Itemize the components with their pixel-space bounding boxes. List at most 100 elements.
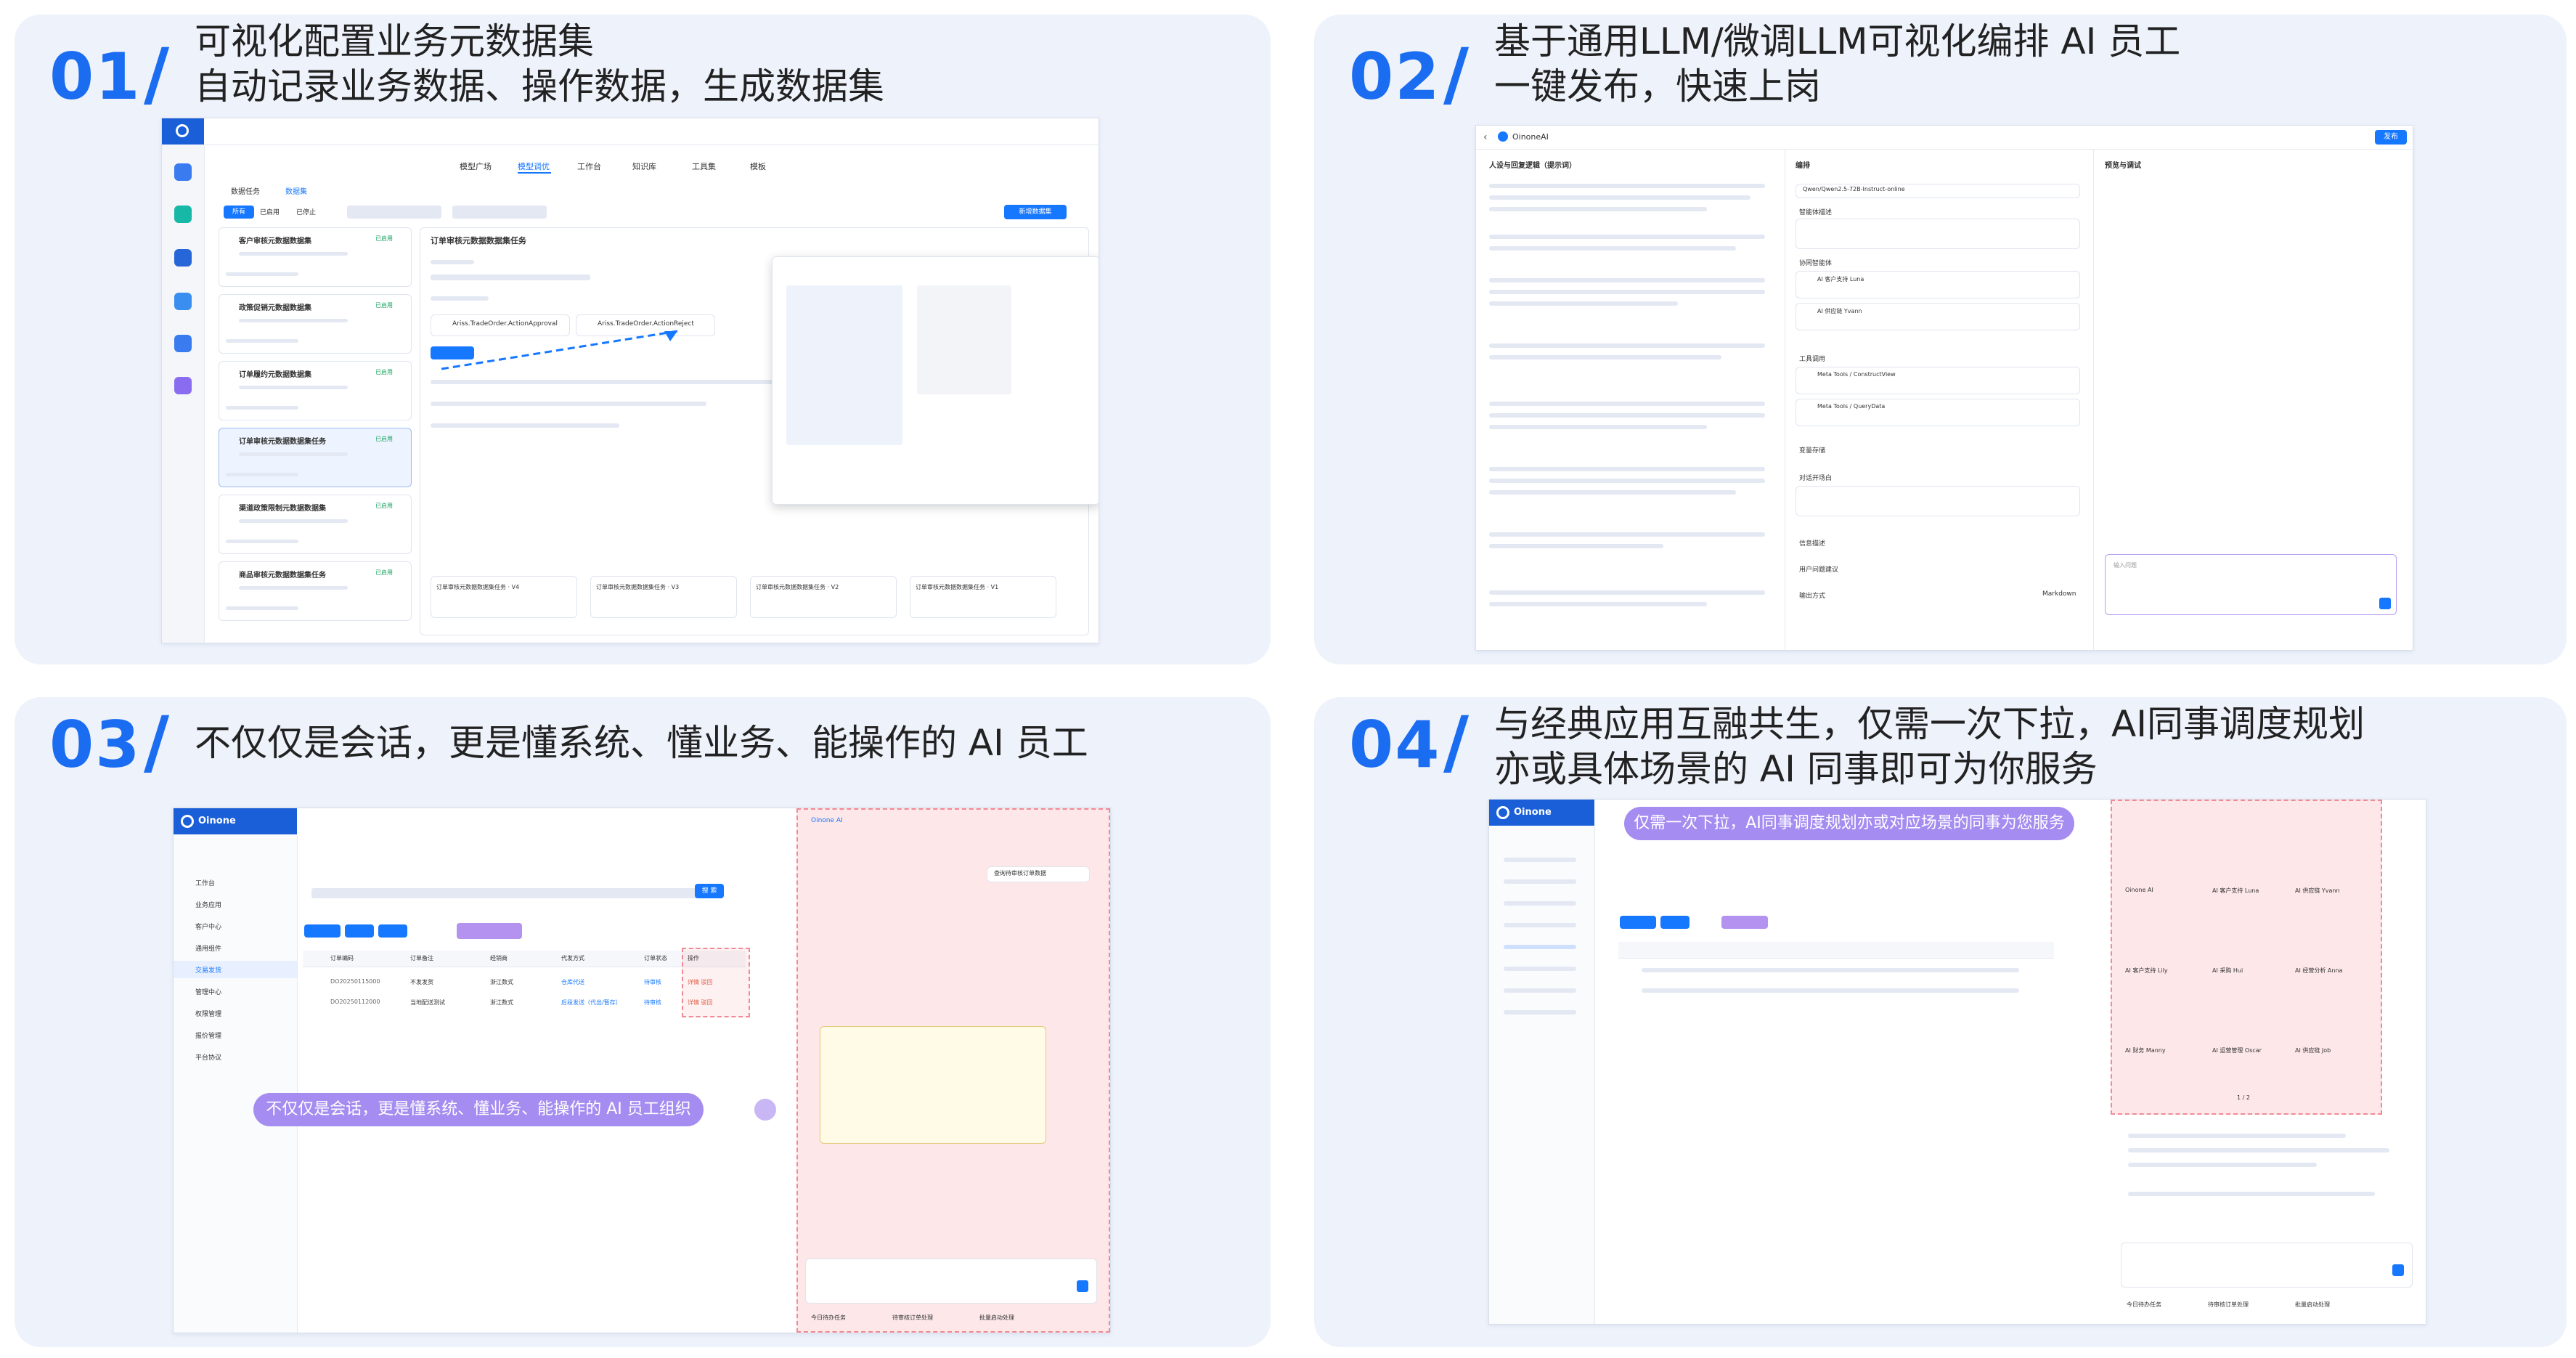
column-header: 订单备注: [410, 955, 433, 961]
dataset-version-label: 订单审核元数据数据集任务 · V1: [916, 584, 999, 590]
dataset-version-card[interactable]: [910, 576, 1056, 618]
toolbar-button[interactable]: [1620, 916, 1656, 929]
chat-title: Oinone AI: [811, 817, 843, 824]
shield-icon[interactable]: [174, 377, 192, 394]
agent-builder-screenshot: ‹ OinoneAI 发布 人设与回复逻辑（提示词） 编排 Qwen/Qwen2…: [1475, 125, 2413, 651]
send-icon[interactable]: [1077, 1280, 1088, 1292]
agent-option[interactable]: AI 供应链 Yvann: [2295, 887, 2340, 895]
brand-logo-icon: [181, 815, 194, 828]
database-icon[interactable]: [174, 249, 192, 267]
table-cell: 待审核: [644, 979, 661, 985]
agent-option[interactable]: AI 供应链 Job: [2295, 1046, 2331, 1054]
toolbar-button[interactable]: [345, 924, 374, 938]
agent-option[interactable]: AI 经营分析 Anna: [2295, 967, 2342, 975]
status-badge: 已启用: [375, 569, 393, 576]
agent-option[interactable]: AI 运营管理 Oscar: [2212, 1046, 2262, 1054]
tab-workbench[interactable]: 工作台: [577, 160, 601, 172]
menu-item[interactable]: 权限管理: [195, 1009, 221, 1018]
pager[interactable]: 1 / 2: [2237, 1094, 2250, 1101]
dashboard-icon[interactable]: [174, 163, 192, 181]
detail-title: 订单审核元数据数据集任务: [431, 236, 526, 245]
quick-tag[interactable]: 批量启动处理: [2295, 1301, 2330, 1309]
list-item-title: 渠道政策限制元数据数据集: [239, 505, 326, 513]
section-agent-desc: 智能体描述: [1799, 209, 1833, 216]
menu-item[interactable]: 工作台: [195, 878, 215, 887]
chat-input[interactable]: [2121, 1243, 2413, 1288]
agent-option[interactable]: AI 客户支持 Lily: [2125, 967, 2168, 975]
tab-datasets[interactable]: 数据集: [285, 185, 307, 196]
quick-tag[interactable]: 待审核订单处理: [2208, 1301, 2249, 1309]
agent-option[interactable]: AI 采购 Hui: [2212, 967, 2243, 975]
table-cell: 浙江数式: [490, 979, 513, 985]
filter-all[interactable]: 所有: [224, 206, 254, 219]
new-dataset-button[interactable]: 新增数据集: [1004, 205, 1067, 219]
table-cell: 后段发送（代出/暂存）: [561, 999, 621, 1006]
table-cell: 不发发货: [410, 979, 433, 985]
menu-item-active[interactable]: 交易发货: [195, 965, 221, 975]
toolbar-button[interactable]: [304, 924, 341, 938]
toolbar-button-highlight[interactable]: [457, 923, 522, 939]
publish-button[interactable]: 发布: [2375, 130, 2407, 145]
menu-item[interactable]: 管理中心: [195, 987, 221, 996]
table-cell: DO20250112000: [330, 999, 380, 1005]
agent-option[interactable]: AI 客户支持 Luna: [2212, 887, 2259, 895]
orchestration-column-title: 编排: [1796, 162, 1810, 170]
code-block: [820, 1026, 1046, 1144]
tab-model-tuning[interactable]: 模型调优: [518, 160, 550, 172]
back-icon[interactable]: ‹: [1483, 131, 1488, 143]
dataset-version-card[interactable]: [750, 576, 897, 618]
menu-item[interactable]: 客户中心: [195, 922, 221, 931]
tab-data-tasks[interactable]: 数据任务: [231, 185, 260, 196]
menu-item[interactable]: 平台协议: [195, 1052, 221, 1062]
section-output: 输出方式: [1799, 593, 1826, 600]
dataset-version-label: 订单审核元数据数据集任务 · V2: [756, 584, 839, 590]
send-icon[interactable]: [2392, 1264, 2404, 1276]
card-title-line1: 不仅仅是会话，更是懂系统、懂业务、能操作的 AI 员工: [195, 722, 1088, 764]
toolbar-button[interactable]: [378, 924, 407, 938]
bot-icon[interactable]: [174, 206, 192, 223]
chart-icon[interactable]: [174, 335, 192, 352]
dataset-version-card[interactable]: [590, 576, 737, 618]
toolbar-button[interactable]: [1660, 916, 1690, 929]
feature-card-1: 01 / 可视化配置业务元数据集 自动记录业务数据、操作数据，生成数据集 模型广…: [15, 15, 1271, 664]
tab-model-square[interactable]: 模型广场: [460, 160, 492, 172]
list-item-title: 商品审核元数据数据集任务: [239, 572, 326, 580]
card-number: 03: [49, 707, 142, 782]
quick-tag[interactable]: 今日待办任务: [811, 1314, 846, 1322]
tab-templates[interactable]: 模板: [750, 160, 766, 172]
chat-input[interactable]: [805, 1259, 1097, 1304]
feature-card-4: 04 / 与经典应用互融共生，仅需一次下拉，AI同事调度规划 亦或具体场景的 A…: [1314, 697, 2567, 1347]
card-title-line1: 基于通用LLM/微调LLM可视化编排 AI 员工: [1494, 20, 2181, 62]
dataset-list: 客户审核元数据数据集 已启用 政策促销元数据数据集 已启用 订单履约元数据数据集…: [219, 227, 412, 634]
share-icon[interactable]: [174, 293, 192, 310]
quick-tag[interactable]: 今日待办任务: [2127, 1301, 2161, 1309]
send-icon[interactable]: [2379, 598, 2391, 609]
prompt-column-title: 人设与回复逻辑（提示词）: [1489, 162, 1576, 170]
list-item-title: 订单履约元数据数据集: [239, 371, 311, 379]
brand-logo-icon: [1496, 806, 1509, 819]
filter-stopped[interactable]: 已停止: [296, 207, 316, 216]
chat-input[interactable]: [2105, 554, 2397, 615]
quick-tag[interactable]: 批量启动处理: [979, 1314, 1014, 1322]
dataset-screenshot: 模型广场 模型调优 工作台 知识库 工具集 模板 数据任务 数据集 所有 已启用…: [161, 118, 1099, 643]
search-button[interactable]: 搜 索: [695, 884, 724, 898]
section-opening: 对话开场白: [1799, 475, 1833, 482]
menu-item[interactable]: 业务应用: [195, 900, 221, 909]
menu-item[interactable]: 通用组件: [195, 943, 221, 953]
filter-enabled[interactable]: 已启用: [260, 207, 280, 216]
output-mode[interactable]: Markdown: [2042, 590, 2076, 598]
quick-tag[interactable]: 待审核订单处理: [892, 1314, 933, 1322]
chat-question: 查询待审核订单数据: [994, 870, 1046, 877]
menu-item[interactable]: 报价管理: [195, 1030, 221, 1040]
tab-knowledge[interactable]: 知识库: [632, 160, 656, 172]
brand-name: Oinone: [1514, 807, 1552, 818]
agent-option[interactable]: AI 财务 Manny: [2125, 1046, 2166, 1054]
tab-tools[interactable]: 工具集: [692, 160, 716, 172]
toolbar-button-highlight[interactable]: [1721, 916, 1768, 929]
section-suggestions: 用户问题建议: [1799, 566, 1839, 574]
dataset-version-card[interactable]: [431, 576, 577, 618]
agent-name: AI 供应链 Yvann: [1817, 308, 1862, 314]
status-badge: 已启用: [375, 436, 393, 442]
agent-option[interactable]: Oinone AI: [2125, 887, 2153, 893]
dataset-version-label: 订单审核元数据数据集任务 · V4: [436, 584, 520, 590]
